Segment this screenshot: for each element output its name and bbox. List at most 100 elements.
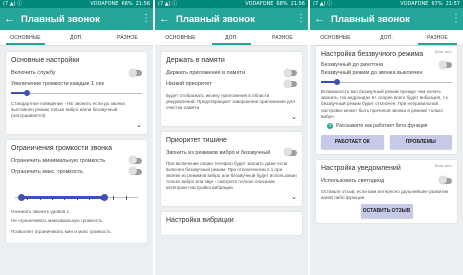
overflow-menu-icon[interactable]: ⋮ <box>296 14 306 24</box>
feedback-buttons: РАБОТАЕТ ОК ПРОБЛЕМЫ <box>321 134 452 149</box>
range-tick <box>64 195 66 200</box>
chevron-down-icon[interactable]: ⌄ <box>166 114 297 121</box>
silent-mode-hint: Возможность вкл беззвучный режим прежде … <box>321 89 449 119</box>
tab-basic[interactable]: ОСНОВНЫЕ <box>0 30 51 45</box>
chevron-down-icon[interactable]: ⌄ <box>11 122 142 129</box>
slider-fill <box>21 196 105 200</box>
no-max-limit-text: Не ограничивать максимальную громкость <box>11 217 103 223</box>
use-led-row[interactable]: Использовать светодиод <box>321 176 452 185</box>
range-tick <box>76 195 78 200</box>
limit-max-row[interactable]: Ограничить макс. громкость <box>11 167 142 176</box>
enable-service-toggle[interactable] <box>129 68 142 77</box>
silent-mode-label: Беззвучный режим до звонка выключен <box>321 70 423 76</box>
leave-review-button[interactable]: ОСТАВИТЬ ОТЗЫВ <box>360 204 413 219</box>
screen-extra: (7 ▲) ⓘ VODAFONE 68% 21:56 ← Плавный зво… <box>155 0 308 275</box>
app-bar: ← Плавный звонок ⋮ <box>0 8 153 30</box>
range-thumb-max[interactable] <box>101 194 109 202</box>
card-title: Ограничения громкости звонка <box>11 144 113 152</box>
limits-footer-text: Позволяет ограничивать мин и макс громко… <box>11 228 111 234</box>
silent-mode-slider[interactable] <box>321 78 452 86</box>
start-level-text: Начинать звонить уровня 1 <box>11 208 70 214</box>
problems-button[interactable]: ПРОБЛЕМЫ <box>389 134 452 149</box>
back-arrow-icon[interactable]: ← <box>314 13 326 25</box>
status-time: 21:56 <box>290 1 305 7</box>
volume-step-slider[interactable] <box>11 89 142 97</box>
status-carrier: VODAFONE <box>245 1 274 7</box>
range-tick <box>39 195 41 200</box>
tab-bar: ОСНОВНЫЕ ДОП. РАЗНОЕ <box>0 30 153 46</box>
silent-until-ring-toggle[interactable] <box>439 60 452 69</box>
back-arrow-icon[interactable]: ← <box>159 13 171 25</box>
memory-hint: Будет отображать иконку приложения в обл… <box>166 93 295 111</box>
overflow-menu-icon[interactable]: ⋮ <box>451 14 461 24</box>
range-tick <box>125 195 127 200</box>
use-led-toggle[interactable] <box>439 176 452 185</box>
chevron-down-icon[interactable]: ⌄ <box>166 194 297 201</box>
status-battery: 67% <box>431 1 443 7</box>
keep-in-memory-toggle[interactable] <box>284 68 297 77</box>
content: Основные настройки Включить службу Увели… <box>0 46 153 275</box>
status-carrier: VODAFONE <box>400 1 429 7</box>
low-priority-label: Низкий приоритет <box>166 81 212 87</box>
tab-misc[interactable]: РАЗНОЕ <box>102 30 153 45</box>
volume-step-label: Увеличение громкости каждые 1 сек <box>11 81 104 87</box>
beta-feedback-label: Расскажите как работает бета функция <box>336 122 428 129</box>
card-title: Настройка беззвучного режима <box>321 51 424 58</box>
beta-feedback-link[interactable]: ? Расскажите как работает бета функция <box>327 122 452 129</box>
range-tick <box>88 195 90 200</box>
card-title: Основные настройки <box>11 57 80 64</box>
behavior-hint: Стандартное поведение - НЕ звонить если … <box>11 101 125 119</box>
limit-max-toggle[interactable] <box>129 167 142 176</box>
screen-misc: (7 ▲) ⓘ VODAFONE 67% 21:57 ← Плавный зво… <box>310 0 463 275</box>
app-bar: ← Плавный звонок ⋮ <box>155 8 308 30</box>
enable-service-row[interactable]: Включить службу <box>11 68 142 77</box>
card-title: Держать в памяти <box>166 57 225 64</box>
status-battery: 68% <box>121 1 133 7</box>
low-priority-toggle[interactable] <box>284 79 297 88</box>
slider-track <box>11 92 142 94</box>
back-arrow-icon[interactable]: ← <box>4 13 16 25</box>
card-basic-settings: Основные настройки Включить службу Увели… <box>6 52 147 134</box>
content: Бета-тест Настройка беззвучного режима Б… <box>310 40 463 275</box>
silent-until-ring-row[interactable]: Беззвучный до рингтона <box>321 60 452 69</box>
overflow-menu-icon[interactable]: ⋮ <box>141 14 151 24</box>
tab-extra[interactable]: ДОП. <box>206 30 257 45</box>
ring-in-silent-toggle[interactable] <box>284 148 297 157</box>
status-time: 21:57 <box>445 1 460 7</box>
works-ok-button[interactable]: РАБОТАЕТ ОК <box>321 134 384 149</box>
low-priority-row[interactable]: Низкий приоритет <box>166 79 297 88</box>
slider-thumb[interactable] <box>23 90 30 96</box>
card-silence-priority: Приоритет тишине Звонить из режимов вибр… <box>161 131 302 206</box>
tab-extra[interactable]: ДОП. <box>51 30 102 45</box>
card-silent-mode: Бета-тест Настройка беззвучного режима Б… <box>316 46 457 154</box>
range-tick <box>101 195 103 200</box>
review-hint: Оставьте отзыв, если вам интересно дальн… <box>321 188 449 201</box>
ring-in-silent-row[interactable]: Звонить из режимов вибро и беззвучный <box>166 148 297 157</box>
range-thumb-min[interactable] <box>17 194 25 202</box>
tab-basic[interactable]: ОСНОВНЫЕ <box>155 30 206 45</box>
status-left: (7 ▲) ⓘ <box>158 1 178 7</box>
slider-thumb[interactable] <box>333 79 340 85</box>
limit-min-label: Ограничить минимальную громкость <box>11 157 106 164</box>
status-left: (7 ▲) ⓘ <box>313 1 333 7</box>
volume-range-slider[interactable] <box>15 193 138 203</box>
limit-min-toggle[interactable] <box>129 156 142 165</box>
range-tick <box>113 195 115 200</box>
card-volume-limits: Ограничения громкости звонка Ограничить … <box>6 139 147 244</box>
limit-min-row[interactable]: Ограничить минимальную громкость <box>11 156 142 165</box>
silence-hint: При включении опции телефон будет звонит… <box>166 160 297 191</box>
card-vibration: Настройка вибрации <box>161 211 302 235</box>
status-battery: 68% <box>276 1 288 7</box>
tab-misc[interactable]: РАЗНОЕ <box>257 30 308 45</box>
app-title: Плавный звонок <box>331 13 410 25</box>
help-icon: ? <box>327 122 333 129</box>
status-carrier: VODAFONE <box>90 1 119 7</box>
beta-badge: Бета-тест <box>435 50 452 54</box>
app-bar: ← Плавный звонок ⋮ <box>310 8 463 30</box>
keep-in-memory-row[interactable]: Держать приложение в памяти <box>166 68 297 77</box>
card-title: Настройка вибрации <box>166 216 234 224</box>
range-tick <box>27 195 29 200</box>
status-bar: (7 ▲) ⓘ VODAFONE 67% 21:57 <box>310 0 463 8</box>
status-time: 21:56 <box>135 1 150 7</box>
tab-bar: ОСНОВНЫЕ ДОП. РАЗНОЕ <box>155 30 308 46</box>
